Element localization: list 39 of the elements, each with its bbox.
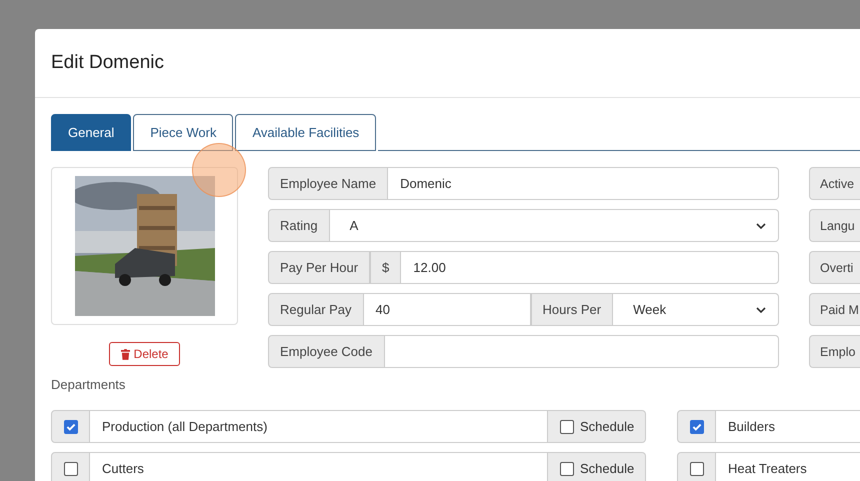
checkbox[interactable] bbox=[64, 462, 78, 476]
tab[interactable]: Piece Work bbox=[133, 114, 234, 151]
input-field[interactable]: 40 bbox=[364, 293, 531, 326]
field-label: Active bbox=[809, 167, 860, 200]
checkbox[interactable] bbox=[64, 420, 78, 434]
dialog-title: Edit Domenic bbox=[51, 52, 164, 74]
chevron-icon bbox=[756, 222, 766, 228]
field-label: Emplo bbox=[809, 335, 860, 368]
schedule-label: Schedule bbox=[580, 419, 634, 434]
checkbox[interactable] bbox=[560, 420, 574, 434]
field-label: Paid M bbox=[809, 293, 860, 326]
field-label: Rating bbox=[268, 209, 330, 242]
checkbox[interactable] bbox=[560, 462, 574, 476]
input-field[interactable]: 12.00 bbox=[401, 251, 779, 284]
select-field[interactable]: A bbox=[330, 209, 779, 242]
tab[interactable]: Available Facilities bbox=[235, 114, 376, 151]
tab[interactable]: General bbox=[51, 114, 132, 151]
field-label: Langu bbox=[809, 209, 860, 242]
field-label: Hours Per bbox=[530, 293, 614, 326]
click-indicator bbox=[192, 143, 246, 197]
field-label: Employee Code bbox=[268, 335, 384, 368]
trash-icon bbox=[120, 348, 130, 360]
delete-button[interactable]: Delete bbox=[109, 342, 180, 366]
checkbox[interactable] bbox=[690, 420, 704, 434]
schedule-label: Schedule bbox=[580, 461, 634, 476]
currency-label: $ bbox=[370, 251, 402, 284]
select-field[interactable]: Week bbox=[613, 293, 779, 326]
field-label: Pay Per Hour bbox=[268, 251, 370, 284]
field-label: Regular Pay bbox=[268, 293, 364, 326]
chevron-icon bbox=[756, 306, 766, 312]
department-name: Cutters bbox=[90, 452, 548, 481]
department-name: Builders bbox=[716, 410, 860, 443]
checkbox[interactable] bbox=[690, 462, 704, 476]
section-heading: Departments bbox=[51, 377, 126, 392]
field-label: Overti bbox=[809, 251, 860, 284]
department-name: Production (all Departments) bbox=[90, 410, 548, 443]
input-field[interactable] bbox=[384, 335, 779, 368]
input-field[interactable]: Domenic bbox=[388, 167, 779, 200]
field-label: Employee Name bbox=[268, 167, 388, 200]
